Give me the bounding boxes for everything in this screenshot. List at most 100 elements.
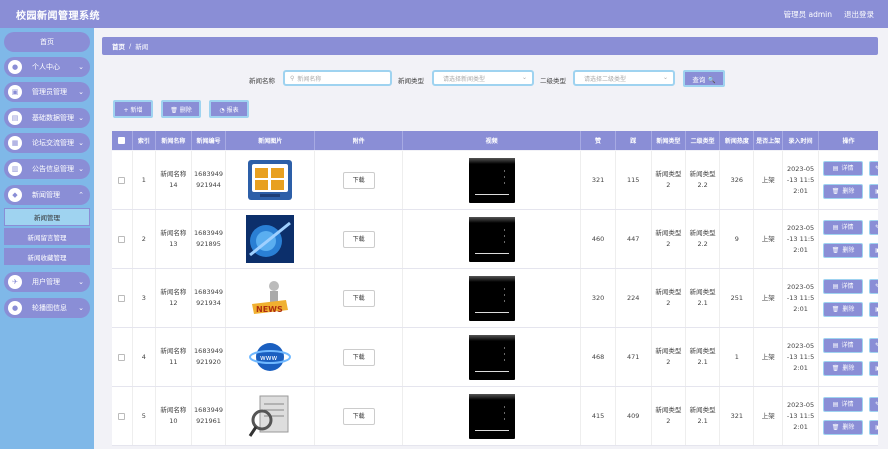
- sidebar-subitem-news[interactable]: 新闻管理: [4, 208, 90, 226]
- sidebar-item-admin[interactable]: ▣ 管理员管理 ⌄: [4, 82, 90, 102]
- subtype-select[interactable]: 请选择二级类型 ⌄: [573, 70, 675, 86]
- svg-text:www: www: [260, 354, 277, 362]
- edit-button[interactable]: ✎修: [869, 397, 878, 412]
- detail-button[interactable]: ▤ 详情: [823, 338, 864, 353]
- breadcrumb-home[interactable]: 首页: [112, 41, 125, 51]
- download-button[interactable]: 下载: [342, 348, 375, 366]
- download-button[interactable]: 下载: [342, 407, 375, 425]
- sidebar-item-label: 新闻管理: [32, 191, 60, 199]
- cell-time-line: 2023-05: [786, 282, 815, 291]
- header-image: 新闻图片: [226, 131, 316, 150]
- detail-button[interactable]: ▤ 详情: [823, 161, 864, 176]
- row-select-cell: [112, 328, 133, 386]
- edit-button[interactable]: ✎修: [869, 279, 878, 294]
- cell-subtype: 新闻类型 2.1: [686, 387, 721, 445]
- video-progress-bar[interactable]: [474, 370, 509, 372]
- news-name-input[interactable]: ⚲ 新闻名称: [283, 70, 392, 86]
- row-checkbox[interactable]: [118, 353, 126, 361]
- logout-link[interactable]: 退出登录: [844, 9, 874, 20]
- detail-icon: ▤: [832, 283, 839, 290]
- unshelf-button[interactable]: ▣下: [869, 243, 878, 258]
- detail-icon: ▤: [832, 342, 839, 349]
- sidebar-item-notice[interactable]: ▥ 公告信息管理 ⌄: [4, 159, 90, 179]
- sidebar-item-news[interactable]: ◆ 新闻管理 ⌃: [4, 185, 90, 205]
- sidebar-item-personal[interactable]: ● 个人中心 ⌄: [4, 57, 90, 77]
- video-player[interactable]: · · ·: [468, 393, 515, 439]
- more-icon[interactable]: · · ·: [503, 167, 506, 187]
- unshelf-button[interactable]: ▣下: [869, 361, 878, 376]
- cell-name-line: 新闻名称: [160, 229, 187, 237]
- cell-dislike: 224: [616, 269, 652, 327]
- report-button[interactable]: ◔ 报表: [209, 100, 249, 118]
- cell-name-line: 11: [169, 358, 178, 366]
- detail-icon: ▤: [832, 224, 839, 231]
- sidebar-item-basic-data[interactable]: ▤ 基础数据管理 ⌄: [4, 108, 90, 128]
- sidebar-item-users[interactable]: ✈ 用户管理 ⌄: [4, 272, 90, 292]
- unshelf-button[interactable]: ▣下: [869, 420, 878, 435]
- cell-type: 新闻类型 2: [652, 151, 686, 209]
- news-type-select[interactable]: 请选择新闻类型 ⌄: [432, 70, 534, 86]
- sidebar-item-carousel[interactable]: ● 轮播图信息 ⌄: [4, 298, 90, 318]
- row-delete-button[interactable]: 🗑 删除: [823, 302, 864, 317]
- cell-actions: ▤详情 🗑删除 ✎修 ▣下: [819, 151, 878, 209]
- cell-index: 2: [133, 210, 156, 268]
- unshelf-button[interactable]: ▣下: [869, 184, 878, 199]
- sidebar-subitem-news-favorites[interactable]: 新闻收藏管理: [4, 248, 90, 266]
- select-all-checkbox[interactable]: [118, 137, 126, 144]
- download-button[interactable]: 下载: [342, 230, 375, 248]
- detail-button[interactable]: ▤ 详情: [823, 220, 864, 235]
- edit-button[interactable]: ✎修: [869, 220, 878, 235]
- sidebar-subitem-news-comments[interactable]: 新闻留言管理: [4, 228, 90, 246]
- sidebar-item-label: 公告信息管理: [32, 165, 74, 173]
- download-button[interactable]: 下载: [342, 171, 375, 189]
- row-delete-button[interactable]: 🗑 删除: [823, 243, 864, 258]
- query-button[interactable]: 查询 🔍: [683, 70, 725, 87]
- video-player[interactable]: · · ·: [468, 157, 515, 203]
- video-player[interactable]: · · ·: [468, 216, 515, 262]
- cell-shelf: 上架: [754, 210, 783, 268]
- more-icon[interactable]: · · ·: [503, 285, 506, 305]
- sidebar-item-label: 用户管理: [32, 278, 60, 286]
- cell-type-line: 新闻类型: [655, 170, 682, 178]
- delete-button[interactable]: 🗑 删除: [161, 100, 201, 118]
- more-icon[interactable]: · · ·: [503, 403, 506, 423]
- database-icon: ▤: [8, 111, 22, 125]
- detail-button[interactable]: ▤ 详情: [823, 397, 864, 412]
- unshelf-button[interactable]: ▣下: [869, 302, 878, 317]
- row-checkbox[interactable]: [118, 294, 126, 302]
- cell-hot: 326: [720, 151, 755, 209]
- sidebar-item-home[interactable]: 首页: [4, 32, 90, 52]
- edit-button[interactable]: ✎修: [869, 338, 878, 353]
- row-checkbox[interactable]: [118, 412, 126, 420]
- more-icon[interactable]: · · ·: [503, 344, 506, 364]
- video-progress-bar[interactable]: [474, 429, 509, 431]
- row-delete-button[interactable]: 🗑 删除: [823, 420, 864, 435]
- sidebar-item-label: 论坛交流管理: [32, 139, 74, 147]
- cell-hot: 321: [720, 387, 755, 445]
- video-player[interactable]: · · ·: [468, 275, 515, 321]
- video-progress-bar[interactable]: [474, 311, 509, 313]
- row-checkbox[interactable]: [118, 176, 126, 184]
- chevron-up-icon: ⌃: [78, 191, 84, 199]
- download-button[interactable]: 下载: [342, 289, 375, 307]
- detail-label: 详情: [841, 224, 854, 231]
- video-progress-bar[interactable]: [474, 193, 509, 195]
- header-index: 索引: [133, 131, 156, 150]
- sidebar-item-forum[interactable]: ▦ 论坛交流管理 ⌄: [4, 133, 90, 153]
- add-button[interactable]: + 新增: [113, 100, 153, 118]
- detail-button[interactable]: ▤ 详情: [823, 279, 864, 294]
- cell-subtype-line: 新闻类型: [689, 347, 716, 355]
- edit-button[interactable]: ✎修: [869, 161, 878, 176]
- cell-name-line: 新闻名称: [160, 347, 187, 355]
- chevron-down-icon: ⌄: [78, 139, 84, 147]
- video-player[interactable]: · · ·: [468, 334, 515, 380]
- cell-subtype-line: 2.1: [697, 299, 708, 307]
- video-progress-bar[interactable]: [474, 252, 509, 254]
- more-icon[interactable]: · · ·: [503, 226, 506, 246]
- row-delete-button[interactable]: 🗑 删除: [823, 184, 864, 199]
- cell-time-line: 2:01: [793, 363, 808, 372]
- cell-attachment: 下载: [315, 151, 403, 209]
- header-actions: 操作: [842, 138, 855, 145]
- row-delete-button[interactable]: 🗑 删除: [823, 361, 864, 376]
- row-checkbox[interactable]: [118, 235, 126, 243]
